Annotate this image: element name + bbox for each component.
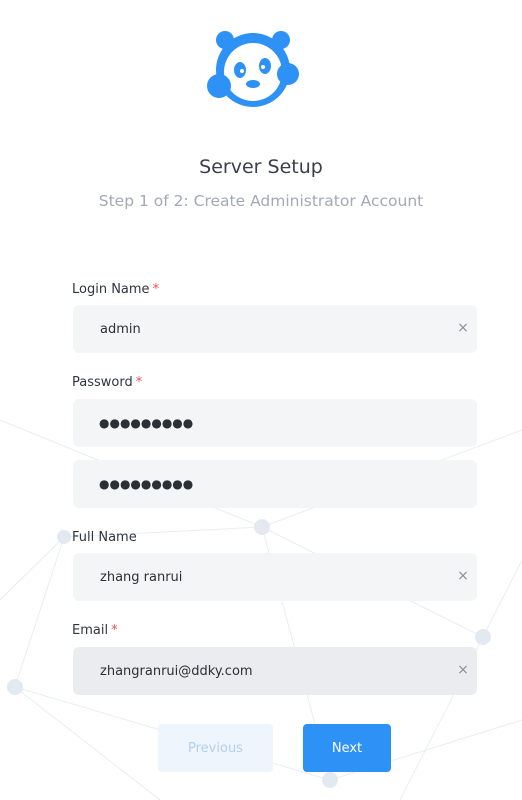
setup-page: Server Setup Step 1 of 2: Create Adminis…	[0, 0, 522, 800]
full-name-label: Full Name	[72, 530, 137, 545]
login-name-field[interactable]: ×	[73, 305, 477, 353]
next-button[interactable]: Next	[303, 724, 391, 772]
email-input[interactable]	[73, 647, 433, 695]
password-field[interactable]: ●●●●●●●●●	[73, 399, 477, 447]
full-name-label-text: Full Name	[72, 530, 137, 545]
required-mark: *	[152, 282, 160, 297]
step-subtitle: Step 1 of 2: Create Administrator Accoun…	[98, 192, 424, 210]
confirm-password-masked-value[interactable]: ●●●●●●●●●	[73, 477, 193, 491]
password-label: Password *	[72, 375, 142, 390]
confirm-password-field[interactable]: ●●●●●●●●●	[73, 460, 477, 508]
email-field[interactable]: ×	[73, 647, 477, 695]
login-name-label-text: Login Name	[72, 282, 150, 297]
login-name-input[interactable]	[73, 305, 433, 353]
close-icon[interactable]: ×	[457, 569, 469, 583]
email-label: Email *	[72, 623, 118, 638]
panda-headset-logo-icon	[207, 31, 299, 107]
password-masked-value[interactable]: ●●●●●●●●●	[73, 416, 193, 430]
required-mark: *	[111, 623, 118, 638]
login-name-label: Login Name *	[72, 282, 159, 297]
close-icon[interactable]: ×	[457, 321, 469, 335]
full-name-field[interactable]: ×	[73, 553, 477, 601]
previous-button[interactable]: Previous	[158, 724, 273, 772]
page-title: Server Setup	[199, 156, 323, 178]
full-name-input[interactable]	[73, 553, 433, 601]
required-mark: *	[135, 375, 143, 390]
close-icon[interactable]: ×	[457, 663, 469, 677]
email-label-text: Email	[72, 623, 109, 638]
password-label-text: Password	[72, 375, 133, 390]
